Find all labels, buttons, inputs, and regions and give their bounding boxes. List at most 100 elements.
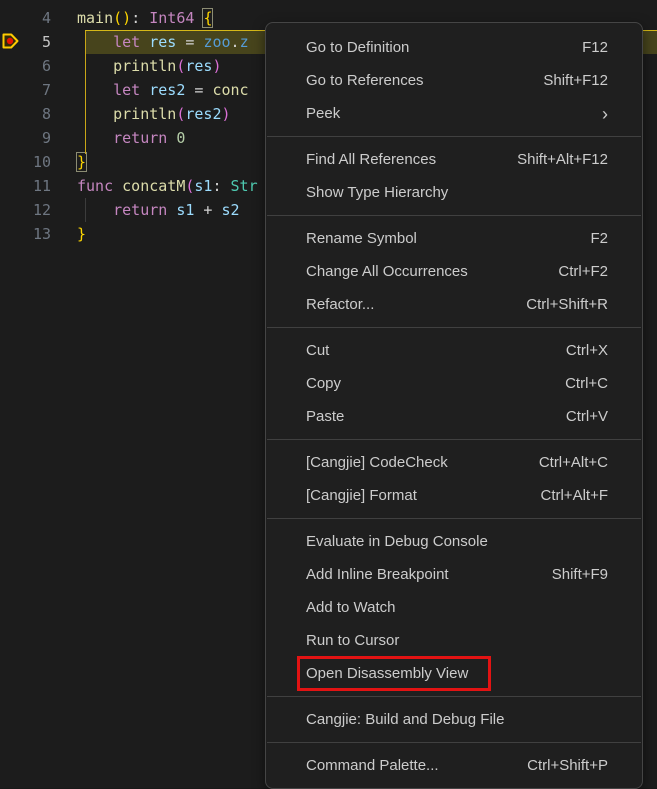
token-pl: :: [131, 9, 149, 27]
menu-item-shortcut: Ctrl+F2: [558, 263, 608, 280]
code-text[interactable]: println(res): [77, 54, 222, 78]
menu-item-shortcut: Ctrl+Shift+P: [527, 757, 608, 774]
token-pl: [167, 129, 176, 147]
menu-item-go-to-definition[interactable]: Go to DefinitionF12: [266, 31, 642, 64]
menu-item-shortcut: Ctrl+X: [566, 342, 608, 359]
menu-item-shortcut: F12: [582, 39, 608, 56]
menu-item-run-to-cursor[interactable]: Run to Cursor: [266, 624, 642, 657]
line-number[interactable]: 6: [0, 54, 51, 78]
menu-item-label: Add Inline Breakpoint: [306, 566, 449, 583]
menu-item-label: Refactor...: [306, 296, 374, 313]
token-prop: zoo: [203, 33, 230, 51]
menu-item-label: Show Type Hierarchy: [306, 184, 448, 201]
token-pl: .: [231, 33, 240, 51]
code-text[interactable]: let res2 = conc: [77, 78, 249, 102]
code-text[interactable]: }: [77, 222, 86, 246]
menu-item-paste[interactable]: PasteCtrl+V: [266, 400, 642, 433]
menu-item-label: Evaluate in Debug Console: [306, 533, 488, 550]
token-pl: [77, 33, 113, 51]
menu-item-evaluate-in-debug-console[interactable]: Evaluate in Debug Console: [266, 525, 642, 558]
token-kw: return: [113, 129, 167, 147]
line-number[interactable]: 10: [0, 150, 51, 174]
token-b1: (): [113, 9, 131, 27]
token-pl: =: [185, 81, 212, 99]
menu-separator: [267, 439, 641, 440]
token-var: s1: [194, 177, 212, 195]
token-var: res2: [149, 81, 185, 99]
menu-separator: [267, 742, 641, 743]
code-text[interactable]: return 0: [77, 126, 185, 150]
menu-item-label: Command Palette...: [306, 757, 439, 774]
code-text[interactable]: let res = zoo.z: [77, 30, 249, 54]
menu-item-find-all-references[interactable]: Find All References Shift+Alt+F12: [266, 143, 642, 176]
code-text[interactable]: println(res2): [77, 102, 231, 126]
menu-item-add-inline-breakpoint[interactable]: Add Inline Breakpoint Shift+F9: [266, 558, 642, 591]
line-number[interactable]: 4: [0, 6, 51, 30]
token-b1m: {: [203, 9, 212, 27]
bracket-scope-guide: [85, 31, 86, 154]
menu-item-cut[interactable]: Cut Ctrl+X: [266, 334, 642, 367]
menu-item-copy[interactable]: CopyCtrl+C: [266, 367, 642, 400]
menu-item-shortcut: Shift+Alt+F12: [517, 151, 608, 168]
menu-item-shortcut: Ctrl+Alt+F: [540, 487, 608, 504]
submenu-chevron-icon: ›: [602, 105, 608, 123]
menu-item-go-to-references[interactable]: Go to ReferencesShift+F12: [266, 64, 642, 97]
menu-item-open-disassembly-view[interactable]: Open Disassembly View: [266, 657, 642, 690]
code-text[interactable]: func concatM(s1: Str: [77, 174, 258, 198]
breakpoint-debug-arrow-icon[interactable]: [2, 33, 19, 49]
menu-item-cangjie-build-and-debug-file[interactable]: Cangjie: Build and Debug File: [266, 703, 642, 736]
line-number[interactable]: 11: [0, 174, 51, 198]
line-number[interactable]: 12: [0, 198, 51, 222]
line-number[interactable]: 8: [0, 102, 51, 126]
line-number[interactable]: 9: [0, 126, 51, 150]
token-type: Str: [231, 177, 258, 195]
token-var: res: [185, 57, 212, 75]
token-b2: ): [222, 105, 231, 123]
token-fn: println: [113, 57, 176, 75]
token-var: s2: [222, 201, 240, 219]
token-prop: z: [240, 33, 249, 51]
menu-item-cangjie-codecheck[interactable]: [Cangjie] CodeCheck Ctrl+Alt+C: [266, 446, 642, 479]
token-fn: main: [77, 9, 113, 27]
token-b1m: }: [77, 153, 86, 171]
menu-item-shortcut: Shift+F9: [552, 566, 608, 583]
token-num: 0: [176, 129, 185, 147]
token-var: res: [149, 33, 176, 51]
token-var: res2: [185, 105, 221, 123]
menu-item-label: Find All References: [306, 151, 436, 168]
menu-item-shortcut: Ctrl+C: [565, 375, 608, 392]
menu-item-label: Cut: [306, 342, 329, 359]
menu-item-cangjie-format[interactable]: [Cangjie] FormatCtrl+Alt+F: [266, 479, 642, 512]
token-kw: let: [113, 33, 140, 51]
menu-item-command-palette[interactable]: Command Palette... Ctrl+Shift+P: [266, 749, 642, 782]
token-pl: [167, 201, 176, 219]
menu-item-rename-symbol[interactable]: Rename SymbolF2: [266, 222, 642, 255]
menu-item-label: Cangjie: Build and Debug File: [306, 711, 504, 728]
menu-item-label: Add to Watch: [306, 599, 396, 616]
token-var: s1: [176, 201, 194, 219]
code-text[interactable]: return s1 + s2: [77, 198, 240, 222]
code-text[interactable]: main(): Int64 {: [77, 6, 212, 30]
menu-separator: [267, 215, 641, 216]
menu-item-shortcut: Ctrl+Alt+C: [539, 454, 608, 471]
menu-item-refactor[interactable]: Refactor...Ctrl+Shift+R: [266, 288, 642, 321]
token-pl: :: [212, 177, 230, 195]
token-pl: [140, 33, 149, 51]
menu-item-add-to-watch[interactable]: Add to Watch: [266, 591, 642, 624]
menu-item-label: Peek: [306, 105, 340, 122]
menu-separator: [267, 696, 641, 697]
token-kw: func: [77, 177, 113, 195]
token-fn: conc: [212, 81, 248, 99]
menu-item-shortcut: Shift+F12: [543, 72, 608, 89]
token-kw: return: [113, 201, 167, 219]
menu-separator: [267, 327, 641, 328]
line-number[interactable]: 7: [0, 78, 51, 102]
token-pl: [140, 81, 149, 99]
menu-separator: [267, 518, 641, 519]
menu-item-shortcut: Ctrl+V: [566, 408, 608, 425]
line-number[interactable]: 13: [0, 222, 51, 246]
menu-item-label: [Cangjie] CodeCheck: [306, 454, 448, 471]
menu-item-peek[interactable]: Peek ›: [266, 97, 642, 130]
menu-item-change-all-occurrences[interactable]: Change All OccurrencesCtrl+F2: [266, 255, 642, 288]
menu-item-show-type-hierarchy[interactable]: Show Type Hierarchy: [266, 176, 642, 209]
